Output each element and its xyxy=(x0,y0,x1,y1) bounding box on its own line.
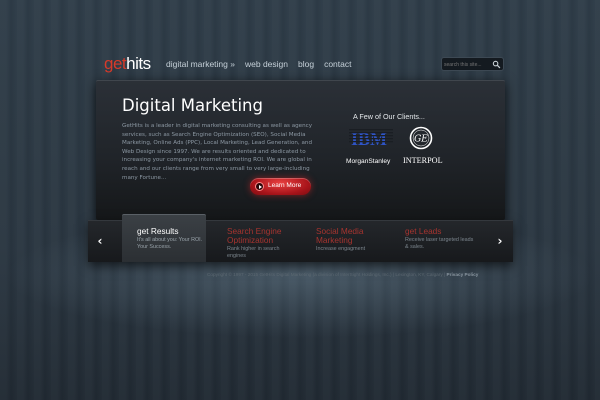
slide-description: Rank higher in search engines xyxy=(227,246,280,259)
slide-get-leads[interactable]: get Leads Receive laser targeted leads &… xyxy=(405,227,477,251)
play-arrow-icon xyxy=(255,182,264,191)
search-box xyxy=(441,57,504,71)
slide-social-media[interactable]: Social Media Marketing Increase engagmen… xyxy=(316,227,386,253)
chevron-left-icon: ‹ xyxy=(97,234,103,248)
ge-logo: GE xyxy=(409,126,433,150)
morgan-stanley-logo: MorganStanley xyxy=(346,158,391,165)
learn-more-button[interactable]: Learn More xyxy=(250,178,311,195)
logo-get: get xyxy=(104,54,127,73)
main-nav: digital marketing » web design blog cont… xyxy=(166,59,351,69)
gethits-logo[interactable]: gethits xyxy=(104,54,151,74)
slide-description: It's all about you: Your ROI. Your Succe… xyxy=(137,237,203,250)
nav-contact[interactable]: contact xyxy=(324,59,351,69)
slide-title: Search Engine Optimization xyxy=(227,226,282,245)
slide-title: get Leads xyxy=(405,226,442,236)
search-icon[interactable] xyxy=(492,60,501,69)
footer-copyright: Copyright © 1997 - 2015 GetHits Digital … xyxy=(207,272,478,277)
learn-more-label: Learn More xyxy=(268,182,302,189)
slider-prev-button[interactable]: ‹ xyxy=(89,221,111,261)
slide-title: get Results xyxy=(137,226,179,236)
nav-blog[interactable]: blog xyxy=(298,59,314,69)
client-logos: IBM GE MorganStanley INTERPOL xyxy=(346,126,443,165)
chevron-right-icon: › xyxy=(497,234,503,248)
slider-next-button[interactable]: › xyxy=(489,221,511,261)
nav-digital-marketing[interactable]: digital marketing » xyxy=(166,59,235,69)
copyright-text: Copyright © 1997 - 2015 GetHits Digital … xyxy=(207,272,447,277)
slide-description: Increase engagment xyxy=(316,246,366,252)
clients-heading: A Few of Our Clients... xyxy=(353,112,425,121)
slide-description: Receive laser targeted leads & sales. xyxy=(405,237,474,250)
nav-web-design[interactable]: web design xyxy=(245,59,288,69)
slide-get-results[interactable]: get Results It's all about you: Your ROI… xyxy=(137,227,203,251)
logo-hits: hits xyxy=(126,54,151,73)
ge-logo-text: GE xyxy=(414,135,428,145)
hero-description: GetHits is a leader in digital marketing… xyxy=(122,123,313,181)
hero-title: Digital Marketing xyxy=(122,96,263,115)
slide-seo[interactable]: Search Engine Optimization Rank higher i… xyxy=(227,227,299,260)
interpol-logo: INTERPOL xyxy=(403,156,443,165)
search-input[interactable] xyxy=(444,59,492,70)
privacy-policy-link[interactable]: Privacy Policy xyxy=(447,272,479,277)
slide-title: Social Media Marketing xyxy=(316,226,364,245)
ibm-logo: IBM xyxy=(349,129,393,149)
